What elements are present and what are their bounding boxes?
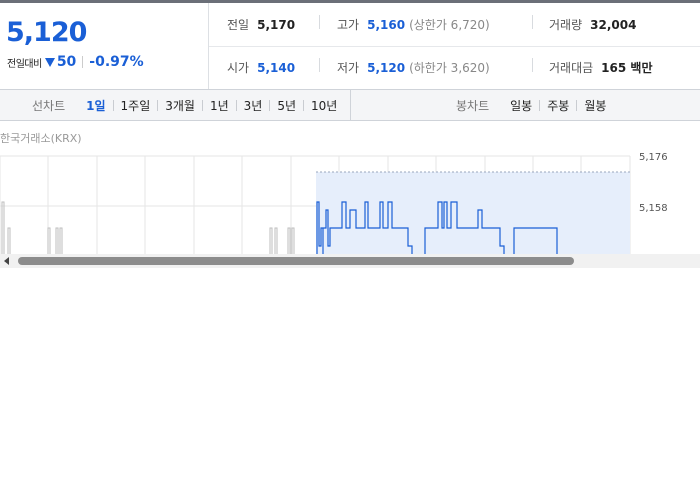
upper-limit: (상한가 6,720) xyxy=(409,18,490,32)
current-price-box: 5,120 전일대비 50 -0.97% xyxy=(0,3,209,89)
previous-day-series xyxy=(1,201,295,254)
stat-value: 32,004 xyxy=(590,17,637,32)
chart-tab-bar: 선차트 1일 1주일 3개월 1년 3년 5년 10년 봉차트 일봉 주봉 월봉 xyxy=(0,89,700,121)
divider xyxy=(319,58,320,72)
y-tick-label: 5,176 xyxy=(639,152,668,163)
tab-weekly[interactable]: 주봉 xyxy=(540,97,576,114)
stat-label: 전일 xyxy=(227,18,250,32)
stat-value: 165 백만 xyxy=(601,61,653,75)
y-tick-label: 5,158 xyxy=(639,203,668,214)
change-row: 전일대비 50 -0.97% xyxy=(7,54,144,70)
chart-scrollbar[interactable] xyxy=(0,254,700,268)
candle-chart-tabs: 봉차트 일봉 주봉 월봉 xyxy=(456,90,613,120)
change-rate: -0.97% xyxy=(89,54,144,70)
tab-10y[interactable]: 10년 xyxy=(304,97,344,114)
stat-volume: 거래량 32,004 xyxy=(549,3,636,46)
divider xyxy=(532,58,533,72)
trading-area xyxy=(316,172,630,254)
tab-1d[interactable]: 1일 xyxy=(79,97,112,114)
tab-monthly[interactable]: 월봉 xyxy=(577,97,613,114)
stat-low: 저가 5,120 (하한가 3,620) xyxy=(337,46,490,89)
stat-label: 거래대금 xyxy=(549,61,594,75)
stat-label: 고가 xyxy=(337,18,360,32)
tab-3y[interactable]: 3년 xyxy=(237,97,270,114)
line-chart-title: 선차트 xyxy=(32,98,66,113)
quote-stats: 전일 5,170 고가 5,160 (상한가 6,720) 거래량 32,004… xyxy=(209,3,700,89)
chart-source: 한국거래소(KRX) xyxy=(0,132,82,145)
stat-label: 저가 xyxy=(337,61,360,75)
tab-5y[interactable]: 5년 xyxy=(270,97,303,114)
divider xyxy=(319,15,320,29)
intraday-chart: 5,176 5,158 xyxy=(0,152,668,254)
stat-label: 시가 xyxy=(227,61,250,75)
stats-row-2: 시가 5,140 저가 5,120 (하한가 3,620) 거래대금 165 백… xyxy=(209,46,700,89)
tab-3m[interactable]: 3개월 xyxy=(158,97,202,114)
tab-daily[interactable]: 일봉 xyxy=(503,97,539,114)
tab-1y[interactable]: 1년 xyxy=(203,97,236,114)
stat-value: 5,120 xyxy=(367,60,406,75)
divider xyxy=(532,15,533,29)
down-arrow-icon xyxy=(44,57,55,67)
stat-value: 5,170 xyxy=(257,17,296,32)
stats-row-1: 전일 5,170 고가 5,160 (상한가 6,720) 거래량 32,004 xyxy=(209,3,700,47)
change-label: 전일대비 xyxy=(7,58,42,70)
divider xyxy=(82,56,84,68)
divider xyxy=(350,90,351,120)
stat-amount: 거래대금 165 백만 xyxy=(549,46,652,89)
stat-high: 고가 5,160 (상한가 6,720) xyxy=(337,3,490,46)
stat-label: 거래량 xyxy=(549,18,583,32)
candle-chart-title: 봉차트 xyxy=(456,98,490,113)
stat-value: 5,140 xyxy=(257,60,296,75)
tab-1w[interactable]: 1주일 xyxy=(114,97,158,114)
scroll-thumb[interactable] xyxy=(18,257,574,265)
change-value: 50 xyxy=(56,54,77,70)
current-price: 5,120 xyxy=(6,17,87,48)
scroll-left-arrow-icon[interactable] xyxy=(4,257,9,265)
lower-limit: (하한가 3,620) xyxy=(409,61,490,75)
line-chart-tabs: 선차트 1일 1주일 3개월 1년 3년 5년 10년 xyxy=(32,90,344,120)
stat-value: 5,160 xyxy=(367,17,406,32)
stat-prev-close: 전일 5,170 xyxy=(227,3,295,46)
quote-panel: 5,120 전일대비 50 -0.97% 전일 5,170 고가 5,160 (… xyxy=(0,3,700,90)
stat-open: 시가 5,140 xyxy=(227,46,295,89)
